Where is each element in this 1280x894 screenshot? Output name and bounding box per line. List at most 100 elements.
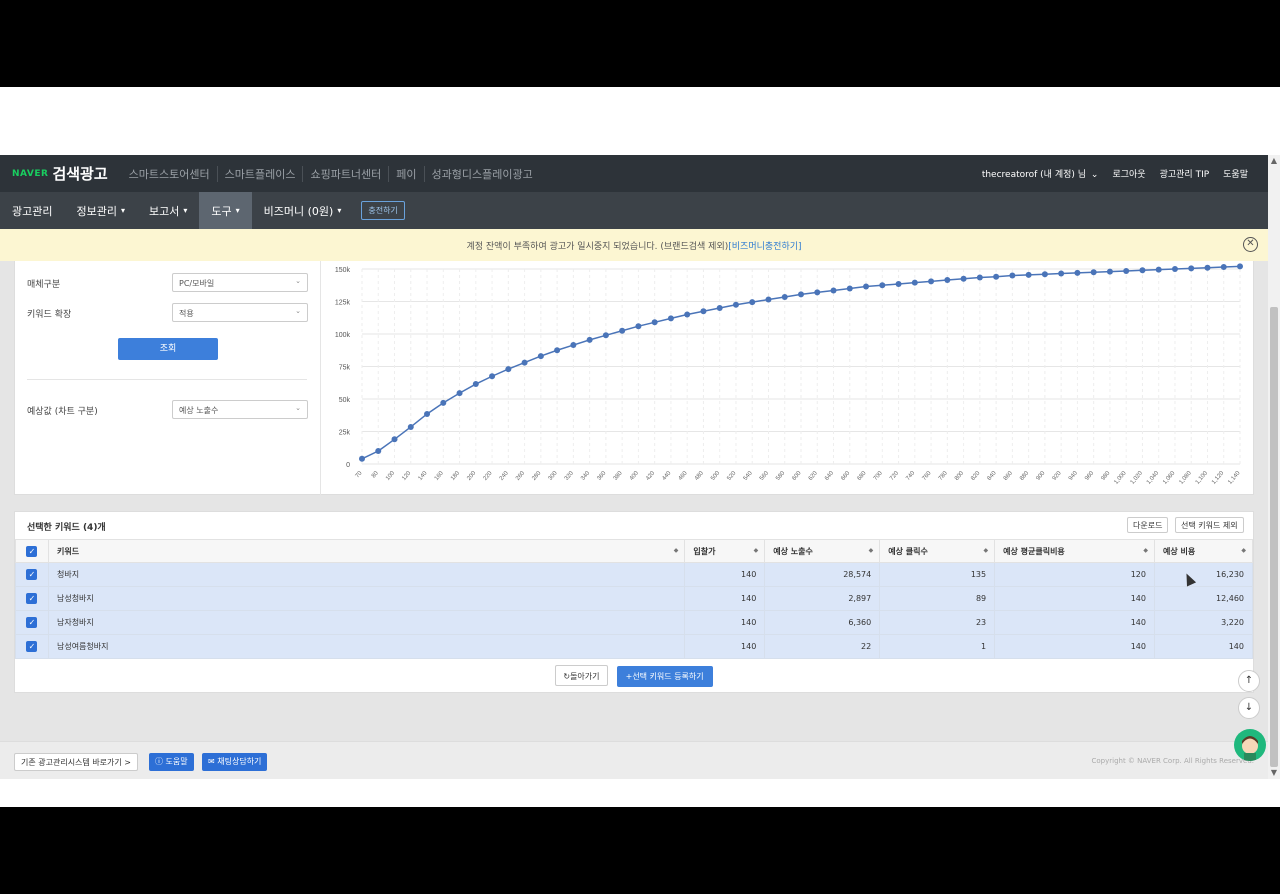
nav-tools[interactable]: 도구 ▾ [199, 192, 252, 229]
back-button[interactable]: ↻돌아가기 [555, 665, 608, 686]
data-point [798, 291, 804, 298]
data-point [1204, 264, 1211, 271]
toplink-smartplace[interactable]: 스마트플레이스 [216, 165, 303, 182]
legacy-system-link[interactable]: 기존 광고관리시스템 바로가기 > [14, 753, 139, 771]
top-right-menu: thecreatorof (내 계정) 님 ⌄ 로그아웃 광고관리 TIP 도움… [954, 167, 1268, 180]
alert-link[interactable]: [비즈머니충전하기] [728, 239, 801, 252]
media-value: PC/모바일 [179, 279, 215, 288]
x-tick-label: 420 [645, 470, 656, 482]
y-tick-label: 150k [335, 267, 351, 274]
nav-reports[interactable]: 보고서 ▾ [137, 192, 199, 229]
table-row[interactable]: ✓ 남성여름청바지 140 22 1 140 140 [15, 634, 1254, 659]
header-clicks[interactable]: 예상 클릭수 ◆ [879, 539, 996, 563]
row-checkbox[interactable]: ✓ [26, 641, 38, 652]
row-checkbox[interactable]: ✓ [26, 593, 38, 604]
table-row[interactable]: ✓ 남성청바지 140 2,897 89 140 12,460 [15, 586, 1254, 611]
data-point [781, 293, 788, 300]
table-row[interactable]: ✓ 청바지 140 28,574 135 120 16,230 [15, 562, 1254, 587]
help-button[interactable]: ⓘ 도움말 [149, 753, 194, 771]
y-tick-label: 0 [346, 462, 350, 469]
close-icon[interactable]: ✕ [1243, 237, 1258, 252]
media-select[interactable]: PC/모바일 ⌄ [172, 273, 308, 292]
charge-button[interactable]: 충전하기 [361, 201, 405, 220]
scroll-up-icon[interactable]: ↑ [1238, 670, 1260, 692]
row-checkbox[interactable]: ✓ [26, 617, 38, 628]
query-button[interactable]: 조회 [118, 338, 218, 360]
cell-bid: 140 [684, 610, 766, 635]
header-cost[interactable]: 예상 비용 ◆ [1153, 539, 1254, 563]
cell-avg-cpc: 140 [994, 610, 1155, 635]
x-tick-label: 980 [1100, 470, 1111, 482]
header-avg-cpc[interactable]: 예상 평균클릭비용 ◆ [994, 539, 1155, 563]
naver-logo[interactable]: NAVER [12, 169, 48, 179]
row-select-cell: ✓ [15, 586, 49, 611]
cell-bid: 140 [684, 562, 766, 587]
data-point [716, 305, 723, 311]
download-button[interactable]: 다운로드 [1127, 517, 1169, 533]
toplink-display-ads[interactable]: 성과형디스플레이광고 [423, 165, 540, 182]
scrollbar-thumb[interactable] [1270, 307, 1278, 767]
x-tick-label: 1,140 [1227, 470, 1242, 486]
register-label: 선택 키워드 등록하기 [632, 672, 704, 681]
logout-link[interactable]: 로그아웃 [1112, 167, 1145, 180]
brand-title[interactable]: 검색광고 [52, 163, 107, 184]
chatbot-avatar-icon[interactable] [1234, 729, 1266, 761]
header-impressions[interactable]: 예상 노출수 ◆ [764, 539, 881, 563]
cell-impressions: 22 [764, 634, 881, 659]
cell-impressions: 2,897 [764, 586, 881, 611]
table-row[interactable]: ✓ 남자청바지 140 6,360 23 140 3,220 [15, 610, 1254, 635]
select-all-checkbox[interactable]: ✓ [26, 545, 38, 557]
nav-info-management[interactable]: 정보관리 ▾ [64, 192, 137, 229]
data-point [976, 274, 983, 281]
toplink-pay[interactable]: 페이 [388, 165, 423, 182]
scroll-down-arrow-icon[interactable]: ▼ [1268, 767, 1280, 779]
cell-clicks: 89 [879, 586, 996, 611]
cell-clicks: 23 [879, 610, 996, 635]
x-tick-label: 820 [970, 470, 981, 482]
exclude-button[interactable]: 선택 키워드 제외 [1175, 517, 1244, 533]
x-tick-label: 600 [791, 470, 802, 482]
estimate-select[interactable]: 예상 노출수 ⌄ [172, 400, 308, 419]
estimate-chart: 0 25k 50k 75k 100k 125k 150k 70 80 100 120 140 160 18… [335, 263, 1243, 486]
sort-icon: ◆ [1241, 547, 1246, 554]
app-window: NAVER 검색광고 스마트스토어센터 스마트플레이스 쇼핑파트너센터 페이 성… [0, 155, 1268, 779]
nav-ad-management[interactable]: 광고관리 [0, 192, 64, 229]
row-checkbox[interactable]: ✓ [26, 569, 38, 580]
data-point [863, 283, 870, 290]
chat-button[interactable]: ✉ 채팅상담하기 [202, 753, 268, 771]
cell-keyword: 남성여름청바지 [47, 634, 686, 659]
x-tick-label: 700 [873, 470, 884, 482]
toplink-shopping-partner[interactable]: 쇼핑파트너센터 [302, 165, 388, 182]
register-button[interactable]: +선택 키워드 등록하기 [616, 666, 713, 687]
tip-link[interactable]: 광고관리 TIP [1160, 167, 1210, 180]
data-point [830, 287, 837, 294]
x-tick-label: 480 [694, 470, 705, 482]
account-menu[interactable]: thecreatorof (내 계정) 님 ⌄ [968, 167, 1099, 180]
x-tick-label: 580 [775, 470, 786, 482]
scroll-down-icon[interactable]: ↓ [1238, 697, 1260, 719]
data-point [1220, 264, 1227, 271]
x-tick-label: 640 [824, 470, 835, 482]
x-tick-label: 360 [596, 470, 607, 482]
expand-select[interactable]: 적용 ⌄ [172, 303, 308, 322]
data-point [960, 275, 967, 282]
data-point [440, 399, 447, 406]
x-tick-label: 280 [531, 470, 542, 482]
cell-avg-cpc: 140 [994, 634, 1155, 659]
data-point [359, 455, 365, 462]
data-point [570, 342, 577, 349]
scroll-up-arrow-icon[interactable]: ▲ [1268, 155, 1280, 167]
data-point [424, 410, 431, 417]
header-keyword[interactable]: 키워드 ◆ [47, 539, 686, 563]
header-bid[interactable]: 입찰가 ◆ [684, 539, 766, 563]
keyword-table: ✓ 키워드 ◆ 입찰가 ◆ 예상 노출수 ◆ 예상 클릭수 ◆ 예상 평균클릭비용 ◆ 예… [15, 539, 1254, 659]
copyright: Copyright © NAVER Corp. All Rights Reser… [1091, 757, 1255, 765]
page-scrollbar[interactable]: ▲ ▼ [1268, 155, 1280, 779]
x-tick-label: 960 [1084, 470, 1095, 482]
data-point [1171, 266, 1178, 272]
help-link[interactable]: 도움말 [1223, 167, 1248, 180]
data-point [635, 323, 642, 330]
nav-bizmoney[interactable]: 비즈머니 (0원) ▾ [252, 192, 354, 229]
data-point [1041, 271, 1048, 278]
toplink-smartstore[interactable]: 스마트스토어센터 [122, 166, 217, 182]
